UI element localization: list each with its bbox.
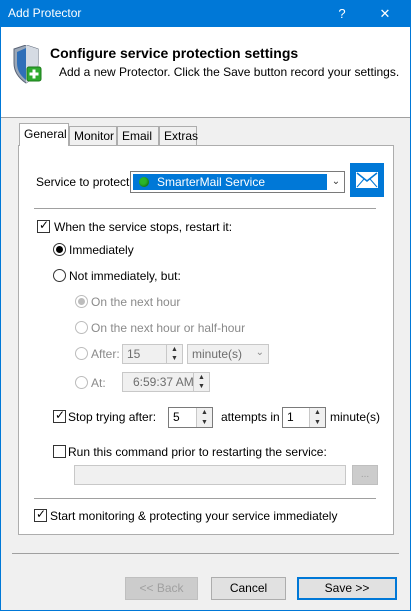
at-value: 6:59:37 AM <box>133 375 194 389</box>
start-monitoring-checkbox[interactable]: ✓ <box>34 507 47 522</box>
footer-divider <box>12 553 399 554</box>
spin-up-icon[interactable]: ▲ <box>310 408 325 418</box>
at-time-input[interactable]: 6:59:37 AM ▲ ▼ <box>122 372 210 392</box>
tab-extras[interactable]: Extras <box>159 126 198 145</box>
stop-trying-checkbox[interactable]: ✓ <box>53 408 66 423</box>
command-input[interactable] <box>74 465 346 485</box>
run-command-checkbox[interactable] <box>53 445 66 458</box>
attempts-minutes-input[interactable]: 1 ▲ ▼ <box>282 407 326 428</box>
spin-down-icon[interactable]: ▼ <box>194 382 209 391</box>
start-monitoring-label: Start monitoring & protecting your servi… <box>50 509 338 523</box>
immediately-radio[interactable] <box>53 243 66 256</box>
at-label: At: <box>91 376 106 390</box>
tab-monitor[interactable]: Monitor <box>69 126 117 145</box>
service-divider <box>34 208 376 209</box>
at-radio[interactable] <box>75 376 88 389</box>
command-divider <box>34 498 376 499</box>
service-dropdown[interactable]: SmarterMail Service ⌄ <box>130 171 345 193</box>
help-button[interactable]: ? <box>323 0 361 27</box>
service-selected-item: SmarterMail Service <box>133 174 327 190</box>
after-value: 15 <box>127 347 141 361</box>
stop-attempts-value: 5 <box>173 410 180 424</box>
shield-plus-icon <box>13 45 42 84</box>
title-bar[interactable]: Add Protector ? ✕ <box>0 0 411 27</box>
minutes-label: minute(s) <box>330 410 381 424</box>
next-hour-radio[interactable] <box>75 295 88 308</box>
running-status-icon <box>139 177 149 187</box>
tab-email[interactable]: Email <box>117 126 159 145</box>
restart-checkbox[interactable]: ✓ <box>37 218 50 233</box>
back-button[interactable]: << Back <box>125 577 198 600</box>
header-title: Configure service protection settings <box>50 45 299 61</box>
window-title: Add Protector <box>8 6 82 20</box>
cancel-button[interactable]: Cancel <box>211 577 286 600</box>
at-spinner[interactable]: ▲ ▼ <box>193 373 209 391</box>
header-subtitle: Add a new Protector. Click the Save butt… <box>59 65 400 79</box>
tab-general[interactable]: General <box>19 123 69 146</box>
after-unit-value: minute(s) <box>192 347 243 361</box>
immediately-label: Immediately <box>69 243 134 257</box>
dialog-header: Configure service protection settings Ad… <box>1 27 410 117</box>
next-half-hour-label: On the next hour or half-hour <box>91 321 246 335</box>
next-hour-label: On the next hour <box>91 295 181 309</box>
attempts-spinner[interactable]: ▲ ▼ <box>196 408 212 427</box>
next-half-hour-radio[interactable] <box>75 321 88 334</box>
spin-down-icon[interactable]: ▼ <box>197 418 212 428</box>
run-command-label: Run this command prior to restarting the… <box>68 445 327 459</box>
minutes-spinner[interactable]: ▲ ▼ <box>309 408 325 427</box>
header-divider <box>1 117 410 118</box>
envelope-icon <box>356 172 378 188</box>
spin-up-icon[interactable]: ▲ <box>194 373 209 382</box>
after-unit-dropdown[interactable]: minute(s) ⌄ <box>187 344 269 364</box>
attempts-minutes-value: 1 <box>287 410 294 424</box>
close-button[interactable]: ✕ <box>366 0 404 27</box>
chevron-down-icon: ⌄ <box>255 347 264 358</box>
chevron-down-icon[interactable]: ⌄ <box>329 174 343 190</box>
after-radio[interactable] <box>75 347 88 360</box>
stop-trying-label: Stop trying after: <box>68 410 157 424</box>
attempts-in-label: attempts in <box>221 410 280 424</box>
spin-up-icon[interactable]: ▲ <box>167 345 182 354</box>
service-value: SmarterMail Service <box>157 175 266 189</box>
restart-label: When the service stops, restart it: <box>54 220 233 234</box>
browse-button[interactable]: ... <box>352 465 378 485</box>
email-service-button[interactable] <box>350 163 384 197</box>
not-immediately-radio[interactable] <box>53 269 66 282</box>
after-spinner[interactable]: ▲ ▼ <box>166 345 182 363</box>
spin-up-icon[interactable]: ▲ <box>197 408 212 418</box>
not-immediately-label: Not immediately, but: <box>69 269 181 283</box>
save-button[interactable]: Save >> <box>297 577 397 600</box>
after-label: After: <box>91 347 120 361</box>
after-input[interactable]: 15 ▲ ▼ <box>122 344 183 364</box>
service-label: Service to protect: <box>36 175 133 189</box>
spin-down-icon[interactable]: ▼ <box>310 418 325 428</box>
spin-down-icon[interactable]: ▼ <box>167 354 182 363</box>
stop-attempts-input[interactable]: 5 ▲ ▼ <box>168 407 213 428</box>
